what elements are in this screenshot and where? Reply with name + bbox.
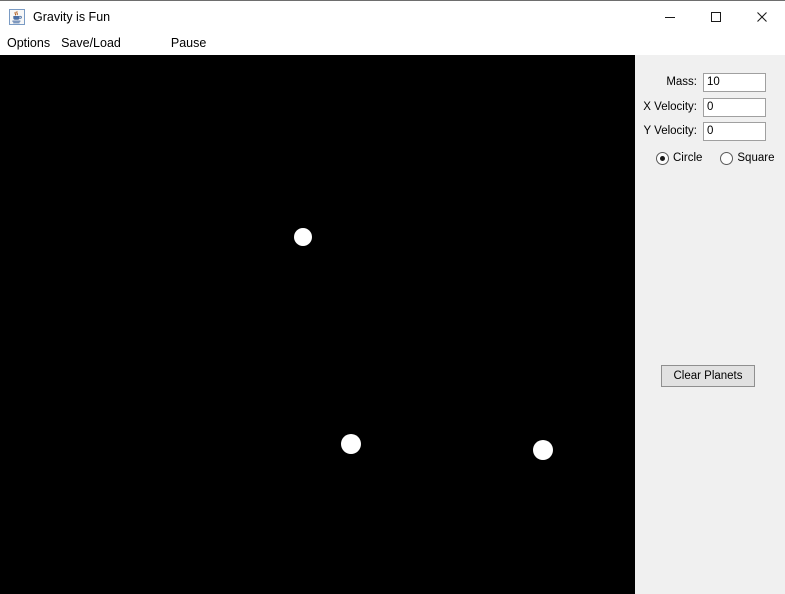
x-velocity-label: X Velocity: [643,101,697,113]
radio-label-circle: Circle [673,152,703,164]
radio-option-circle[interactable]: Circle [656,151,703,165]
mass-input[interactable] [703,72,766,92]
title-bar-left: Gravity is Fun [0,8,647,25]
radio-option-square[interactable]: Square [720,151,775,165]
menu-item-options[interactable]: Options [2,32,55,55]
x-velocity-row: X Velocity: [635,97,785,117]
radio-circle-icon [656,151,669,165]
close-icon[interactable] [739,1,785,32]
maximize-icon[interactable] [693,1,739,32]
window-controls [647,1,785,32]
y-velocity-input[interactable] [703,121,766,141]
minimize-icon[interactable] [647,1,693,32]
menu-item-save-load[interactable]: Save/Load [56,32,126,55]
radio-square-icon [720,151,734,165]
shape-selector: Circle Square [635,149,785,167]
planet-2[interactable] [341,434,361,454]
simulation-canvas[interactable] [0,55,635,594]
menu-bar: Options Save/Load Pause [0,32,785,55]
y-velocity-row: Y Velocity: [635,121,785,141]
window-title: Gravity is Fun [33,9,111,24]
mass-row: Mass: [635,72,785,92]
y-velocity-label: Y Velocity: [643,125,698,137]
planet-1[interactable] [294,228,312,246]
clear-planets-button[interactable]: Clear Planets [661,365,755,387]
control-panel: Mass: X Velocity: Y Velocity: Circle Squ… [635,55,785,594]
x-velocity-input[interactable] [703,97,766,117]
radio-label-square: Square [737,152,775,164]
menu-item-pause[interactable]: Pause [166,32,211,55]
mass-label: Mass: [666,76,697,88]
title-bar: Gravity is Fun [0,1,785,32]
application-window: Gravity is Fun Options Save/Load Pause M… [0,0,785,594]
java-coffee-cup-icon [9,8,25,25]
planet-3[interactable] [533,440,553,460]
